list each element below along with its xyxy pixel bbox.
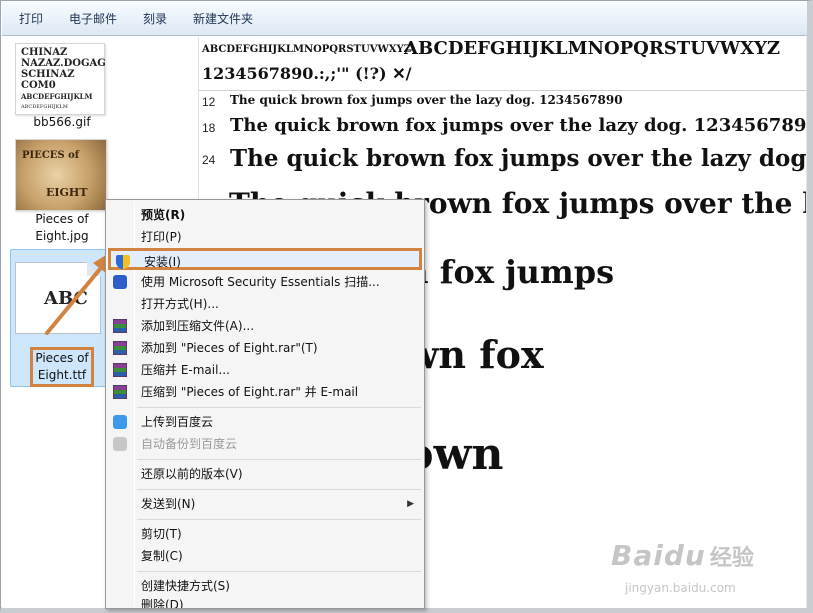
command-bar: 打印 电子邮件 刻录 新建文件夹 — [2, 2, 807, 36]
menu-item-upload-baidu[interactable]: 上传到百度云 — [108, 411, 422, 433]
context-menu: 预览(R) 打印(P) 安装(I) 使用 Microsoft Security … — [105, 199, 425, 609]
menu-label: 自动备份到百度云 — [141, 437, 238, 451]
menu-label: 压缩并 E-mail... — [141, 363, 230, 377]
thumb-text: SCHINAZ COM0 — [21, 69, 75, 91]
thumb-text: NAZAZ.DOGAG — [21, 58, 106, 69]
file-name-line: Pieces of — [35, 351, 89, 365]
cloud-backup-icon — [113, 437, 127, 451]
winrar-icon — [113, 363, 127, 377]
explorer-window: 打印 电子邮件 刻录 新建文件夹 CHINAZ NAZAZ.DOGAG SCHI… — [0, 0, 813, 613]
thumb-text: ABCDEFGHIJKLM — [21, 92, 93, 101]
menu-label: 创建快捷方式(S) — [141, 579, 230, 593]
sample-18: The quick brown fox jumps over the lazy … — [230, 115, 807, 136]
menu-item-add-rar[interactable]: 添加到 "Pieces of Eight.rar"(T) — [108, 337, 422, 359]
menu-separator — [137, 489, 421, 490]
menu-item-compress-email[interactable]: 压缩并 E-mail... — [108, 359, 422, 381]
menu-item-cut[interactable]: 剪切(T) — [108, 523, 422, 545]
menu-label: 压缩到 "Pieces of Eight.rar" 并 E-mail — [141, 385, 359, 399]
print-button[interactable]: 打印 — [10, 7, 52, 30]
charset-small: ABCDEFGHIJKLMNOPQRSTUVWXYZ — [202, 44, 411, 55]
burn-button[interactable]: 刻录 — [134, 7, 176, 30]
menu-separator — [137, 519, 421, 520]
menu-label: 预览(R) — [141, 208, 186, 222]
charset-large: ABCDEFGHIJKLMNOPQRSTUVWXYZ — [404, 38, 781, 59]
menu-separator — [137, 571, 421, 572]
menu-label: 复制(C) — [141, 549, 183, 563]
sample-12: The quick brown fox jumps over the lazy … — [230, 93, 623, 107]
thumb-text: CHINAZ — [21, 47, 68, 58]
menu-label: 打开方式(H)... — [141, 297, 219, 311]
menu-item-restore-versions[interactable]: 还原以前的版本(V) — [108, 463, 422, 485]
menu-item-send-to[interactable]: 发送到(N) ▶ — [108, 493, 422, 515]
menu-label: 还原以前的版本(V) — [141, 467, 243, 481]
size-label-24: 24 — [202, 153, 216, 167]
menu-item-open-with[interactable]: 打开方式(H)... — [108, 293, 422, 315]
shield-icon — [116, 255, 130, 269]
watermark-logo: Baidu — [611, 539, 706, 572]
menu-item-delete[interactable]: 删除(D) — [108, 597, 422, 608]
winrar-icon — [113, 341, 127, 355]
menu-label: 使用 Microsoft Security Essentials 扫描... — [141, 275, 380, 289]
cloud-upload-icon — [113, 415, 127, 429]
menu-separator — [137, 459, 421, 460]
thumb-text: EIGHT — [46, 186, 88, 199]
baidu-jingyan-watermark: Baidu 经验 jingyan.baidu.com — [611, 539, 781, 597]
menu-item-preview[interactable]: 预览(R) — [108, 204, 422, 226]
menu-item-copy[interactable]: 复制(C) — [108, 545, 422, 567]
file-name-jpg[interactable]: Pieces of Eight.jpg — [22, 211, 102, 245]
email-button[interactable]: 电子邮件 — [60, 7, 126, 30]
menu-label: 打印(P) — [141, 230, 182, 244]
file-name-gif[interactable]: bb566.gif — [22, 114, 102, 131]
size-label-12: 12 — [202, 95, 216, 109]
menu-label: 添加到 "Pieces of Eight.rar"(T) — [141, 341, 318, 355]
winrar-icon — [113, 319, 127, 333]
new-folder-button[interactable]: 新建文件夹 — [184, 7, 262, 30]
menu-item-auto-backup: 自动备份到百度云 — [108, 433, 422, 455]
submenu-arrow-icon: ▶ — [407, 499, 414, 509]
menu-item-print[interactable]: 打印(P) — [108, 226, 422, 248]
menu-label: 添加到压缩文件(A)... — [141, 319, 255, 333]
file-name-ttf[interactable]: Pieces of Eight.ttf — [30, 347, 94, 387]
size-label-18: 18 — [202, 121, 216, 135]
file-name-line: Eight.ttf — [37, 368, 87, 382]
menu-item-mse-scan[interactable]: 使用 Microsoft Security Essentials 扫描... — [108, 271, 422, 293]
menu-label: 剪切(T) — [141, 527, 182, 541]
thumb-text: PIECES of — [22, 150, 80, 161]
file-name-line: Pieces of — [35, 212, 89, 226]
winrar-icon — [113, 385, 127, 399]
gif-thumbnail[interactable]: CHINAZ NAZAZ.DOGAG SCHINAZ COM0 ABCDEFGH… — [15, 43, 106, 115]
menu-item-compress-rar-email[interactable]: 压缩到 "Pieces of Eight.rar" 并 E-mail — [108, 381, 422, 403]
menu-item-add-archive[interactable]: 添加到压缩文件(A)... — [108, 315, 422, 337]
thumb-text: ABCDEFGHIJKLM — [21, 104, 68, 110]
sample-24: The quick brown fox jumps over the lazy … — [230, 145, 807, 172]
watermark-url: jingyan.baidu.com — [625, 581, 736, 595]
charset-digits: 1234567890.:,;'" (!?) ✕/ — [202, 64, 412, 83]
menu-label: 安装(I) — [144, 255, 181, 269]
menu-separator — [137, 407, 421, 408]
menu-label: 上传到百度云 — [141, 415, 214, 429]
jpg-thumbnail[interactable]: PIECES of EIGHT — [15, 139, 107, 211]
watermark-cn: 经验 — [709, 546, 754, 571]
menu-label: 发送到(N) — [141, 497, 196, 511]
menu-item-create-shortcut[interactable]: 创建快捷方式(S) — [108, 575, 422, 597]
menu-label: 删除(D) — [141, 598, 184, 608]
pane-edge — [806, 37, 807, 608]
menu-item-install[interactable]: 安装(I) — [108, 248, 422, 270]
divider — [199, 90, 807, 91]
security-essentials-icon — [113, 275, 127, 289]
